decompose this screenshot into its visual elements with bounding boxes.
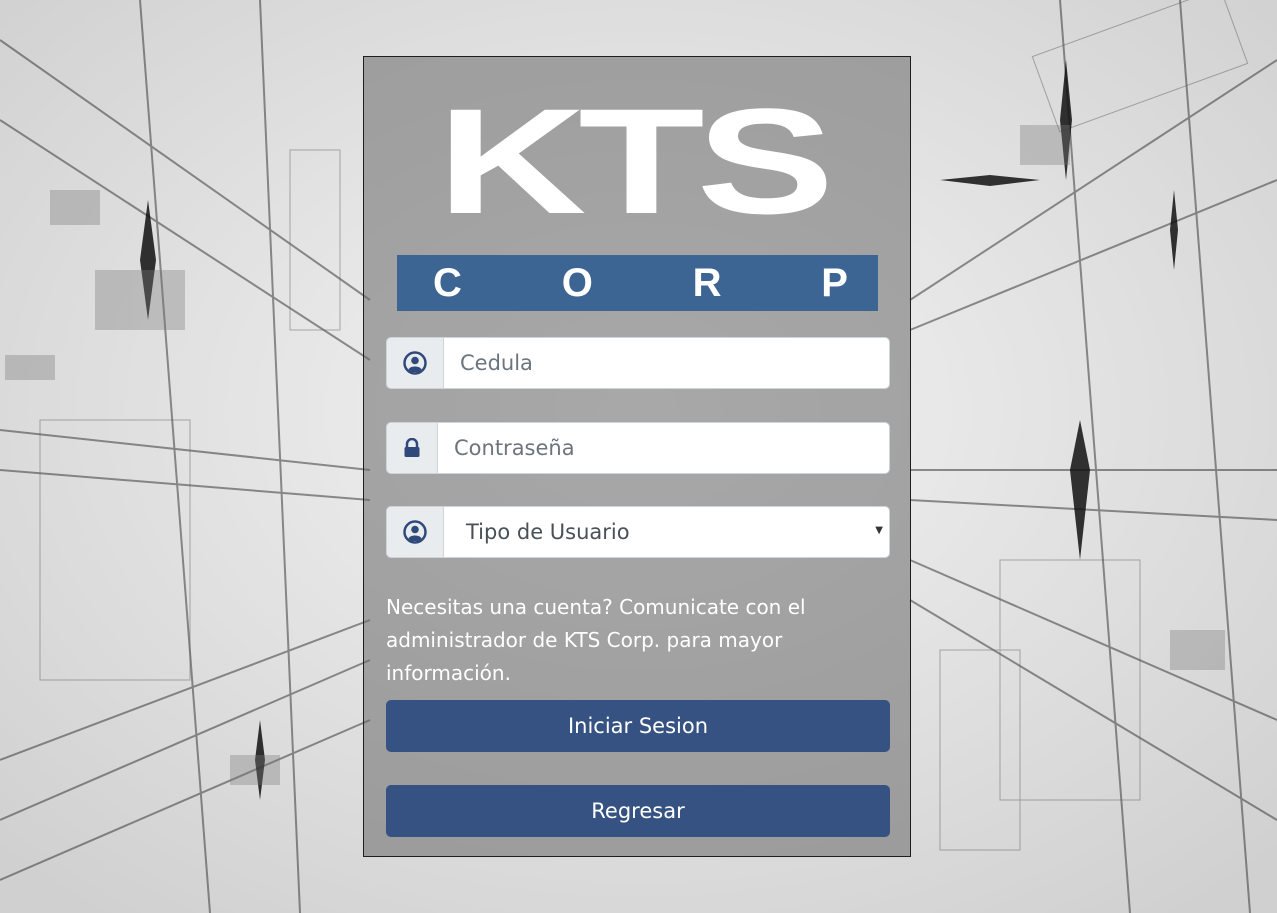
logo-letter: R <box>692 261 722 305</box>
logo-corp-bar: C O R P <box>397 255 878 311</box>
logo-letter: O <box>561 261 593 305</box>
logo-letter: C <box>433 261 462 305</box>
user-type-select[interactable]: Tipo de Usuario ▼ <box>443 506 890 558</box>
back-button[interactable]: Regresar <box>386 785 890 837</box>
password-field-group <box>386 422 890 474</box>
logo-letter: P <box>821 261 848 305</box>
password-input[interactable] <box>437 422 890 474</box>
user-circle-icon <box>386 506 443 558</box>
user-circle-icon <box>386 337 443 389</box>
login-panel: KTS C O R P Cedula Tipo de Usuario ▼ Nec… <box>363 56 911 857</box>
account-info-text: Necesitas una cuenta? Comunicate con el … <box>386 595 806 685</box>
lock-icon <box>386 422 437 474</box>
dropdown-caret-icon: ▼ <box>875 525 883 536</box>
cedula-input[interactable] <box>443 337 890 389</box>
logo-kts-text: KTS <box>437 77 834 245</box>
kts-corp-logo: KTS C O R P <box>397 86 880 311</box>
user-type-selected-value: Tipo de Usuario <box>466 520 630 544</box>
user-type-field-group: Tipo de Usuario ▼ <box>386 506 890 558</box>
cedula-field-group <box>386 337 890 389</box>
login-button[interactable]: Iniciar Sesion <box>386 700 890 752</box>
